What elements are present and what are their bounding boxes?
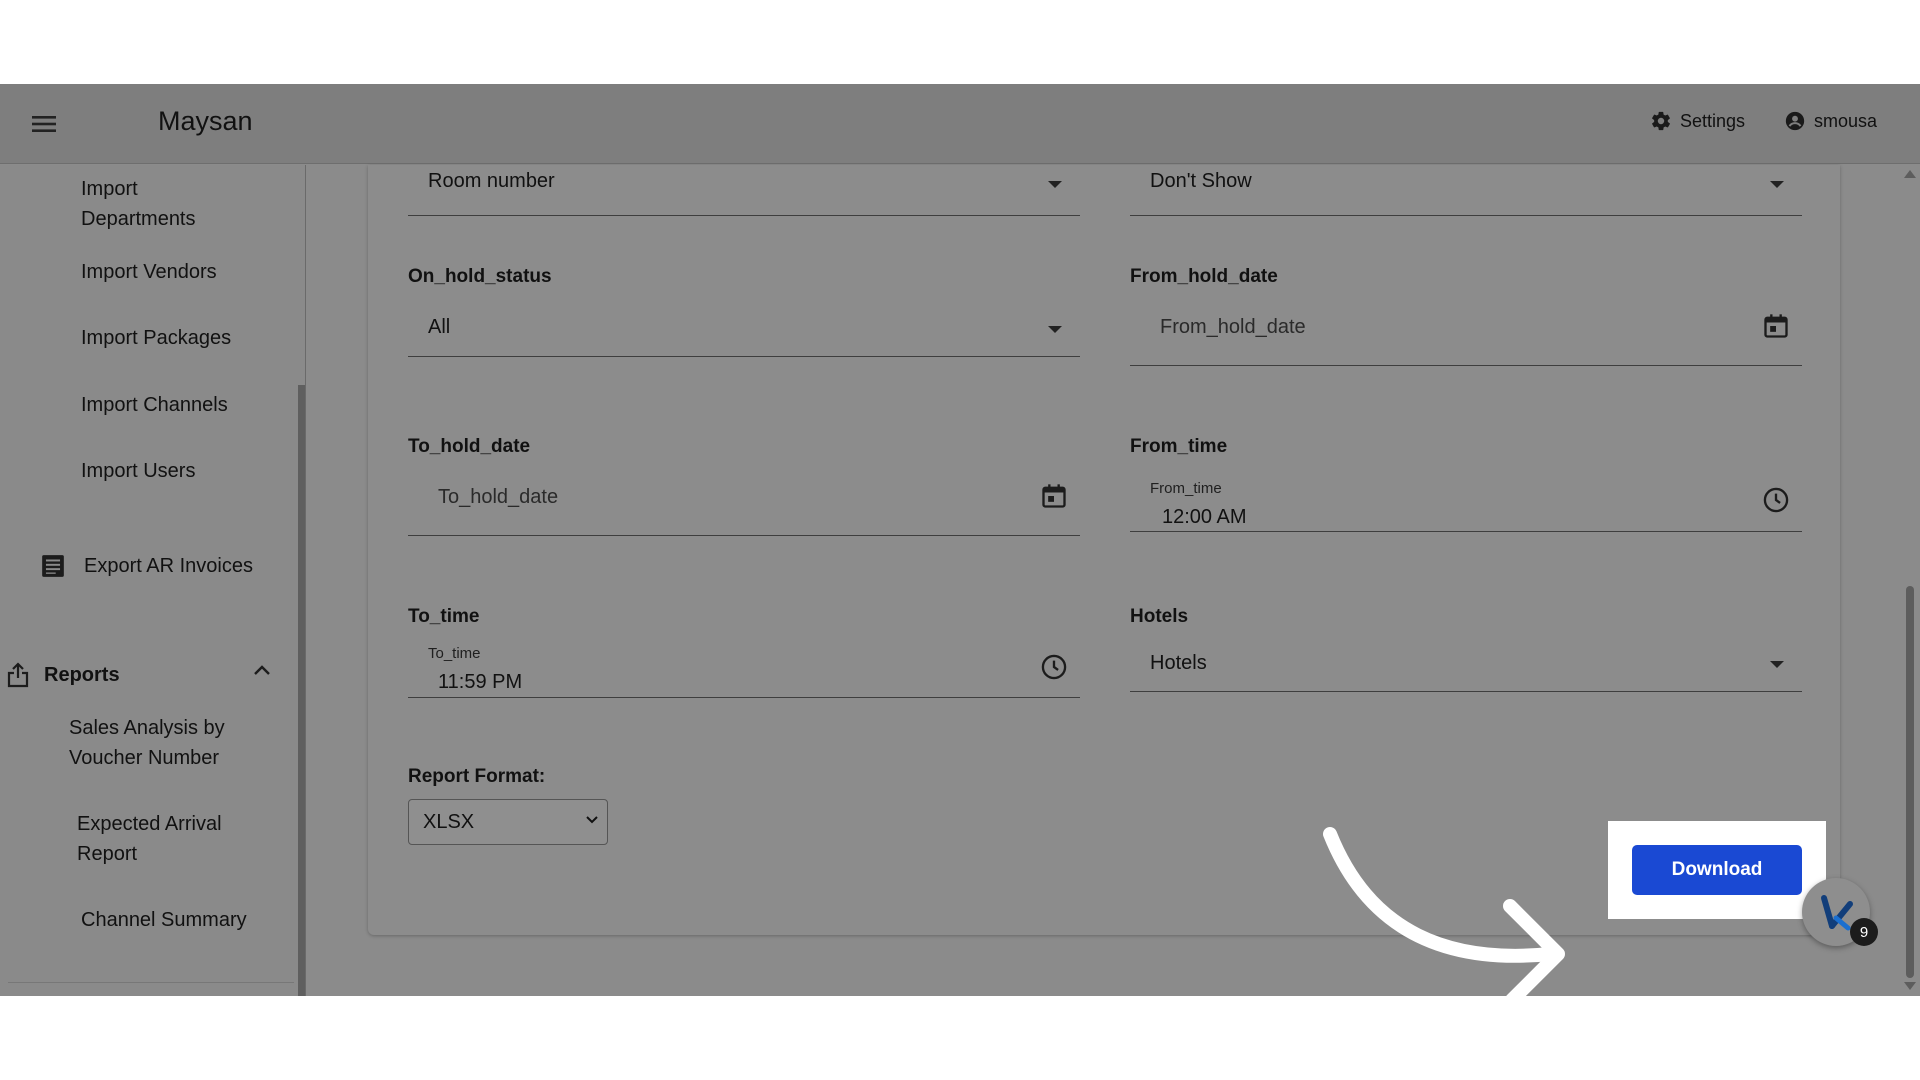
notification-count-badge: 9 xyxy=(1850,918,1878,946)
select-value: Room number xyxy=(428,170,555,192)
input-floating-label: From_time xyxy=(1150,480,1222,497)
divider xyxy=(8,982,294,983)
calendar-icon[interactable] xyxy=(1040,482,1068,510)
clock-icon[interactable] xyxy=(1762,486,1790,514)
from-time-label: From_time xyxy=(1130,436,1228,457)
to-time-input[interactable]: To_time 11:59 PM xyxy=(408,639,1080,698)
clock-icon[interactable] xyxy=(1040,653,1068,681)
sort-by-select[interactable]: Room number xyxy=(408,165,1080,216)
list-icon xyxy=(42,555,64,577)
to-hold-date-input[interactable]: To_hold_date xyxy=(408,476,1080,536)
input-placeholder: From_hold_date xyxy=(1160,316,1306,338)
account-icon xyxy=(1785,111,1805,131)
settings-label: Settings xyxy=(1680,110,1746,131)
app-title: Maysan xyxy=(158,106,253,136)
select-value: All xyxy=(428,316,451,338)
gear-icon xyxy=(1652,111,1670,131)
share-export-icon xyxy=(7,662,29,688)
sidebar-item-import-users[interactable]: Import Users xyxy=(81,456,195,486)
report-form-card: Room number Don't Show On_hold_status Al… xyxy=(368,165,1840,935)
sidebar-section-reports[interactable]: Reports xyxy=(6,645,296,705)
select-value: XLSX xyxy=(423,811,475,833)
user-menu[interactable]: smousa xyxy=(1784,110,1877,132)
caret-down-icon xyxy=(1048,326,1062,333)
menu-button[interactable] xyxy=(28,108,60,140)
input-value: 12:00 AM xyxy=(1162,506,1247,528)
from-time-input[interactable]: From_time 12:00 AM xyxy=(1130,474,1802,532)
from-hold-date-label: From_hold_date xyxy=(1130,266,1278,287)
sidebar-scrollbar[interactable] xyxy=(298,385,305,996)
pointer-arrow-icon xyxy=(1323,827,1565,996)
sidebar-item-sales-analysis[interactable]: Sales Analysis by Voucher Number xyxy=(69,713,225,773)
input-floating-label: To_time xyxy=(428,645,481,662)
show-select[interactable]: Don't Show xyxy=(1130,165,1802,216)
caret-down-icon xyxy=(1770,181,1784,188)
scroll-down-arrow-icon[interactable] xyxy=(1904,982,1916,990)
hotels-select[interactable]: Hotels xyxy=(1130,637,1802,692)
scroll-up-arrow-icon[interactable] xyxy=(1904,170,1916,178)
sidebar-item-import-packages[interactable]: Import Packages xyxy=(81,323,231,353)
caret-down-icon xyxy=(1048,181,1062,188)
chevron-up-icon[interactable] xyxy=(252,663,272,677)
chevron-down-icon xyxy=(586,816,598,824)
on-hold-status-label: On_hold_status xyxy=(408,266,552,287)
sidebar-item-expected-arrival[interactable]: Expected Arrival Report xyxy=(77,809,222,869)
hotels-label: Hotels xyxy=(1130,606,1189,627)
sidebar-item-export-ar-invoices[interactable]: Export AR Invoices xyxy=(40,553,253,579)
on-hold-status-select[interactable]: All xyxy=(408,306,1080,357)
page-scrollbar-thumb[interactable] xyxy=(1906,586,1914,978)
user-name: smousa xyxy=(1814,110,1878,131)
from-hold-date-input[interactable]: From_hold_date xyxy=(1130,306,1802,366)
settings-button[interactable]: Settings xyxy=(1650,110,1745,132)
download-button[interactable]: Download xyxy=(1632,845,1802,895)
app-window: Maysan Settings smousa Import Department… xyxy=(0,84,1920,996)
to-hold-date-label: To_hold_date xyxy=(408,436,531,457)
to-time-label: To_time xyxy=(408,606,480,627)
input-placeholder: To_hold_date xyxy=(438,486,559,508)
sidebar-item-channel-summary[interactable]: Channel Summary xyxy=(81,905,247,935)
sidebar: Import Departments Import Vendors Import… xyxy=(0,165,306,996)
caret-down-icon xyxy=(1770,661,1784,668)
calendar-icon[interactable] xyxy=(1762,312,1790,340)
sidebar-item-label: Export AR Invoices xyxy=(84,554,253,577)
input-value: 11:59 PM xyxy=(438,671,523,693)
app-bar: Maysan Settings smousa xyxy=(0,84,1920,164)
report-format-label: Report Format: xyxy=(408,766,546,787)
report-format-select[interactable]: XLSX xyxy=(408,799,608,845)
hamburger-icon xyxy=(32,116,56,132)
sidebar-item-import-departments[interactable]: Import Departments xyxy=(81,174,196,234)
select-value: Hotels xyxy=(1150,652,1207,674)
sidebar-item-import-vendors[interactable]: Import Vendors xyxy=(81,257,217,287)
select-value: Don't Show xyxy=(1150,170,1252,192)
sidebar-item-import-channels[interactable]: Import Channels xyxy=(81,390,228,420)
sidebar-section-label: Reports xyxy=(44,663,120,686)
